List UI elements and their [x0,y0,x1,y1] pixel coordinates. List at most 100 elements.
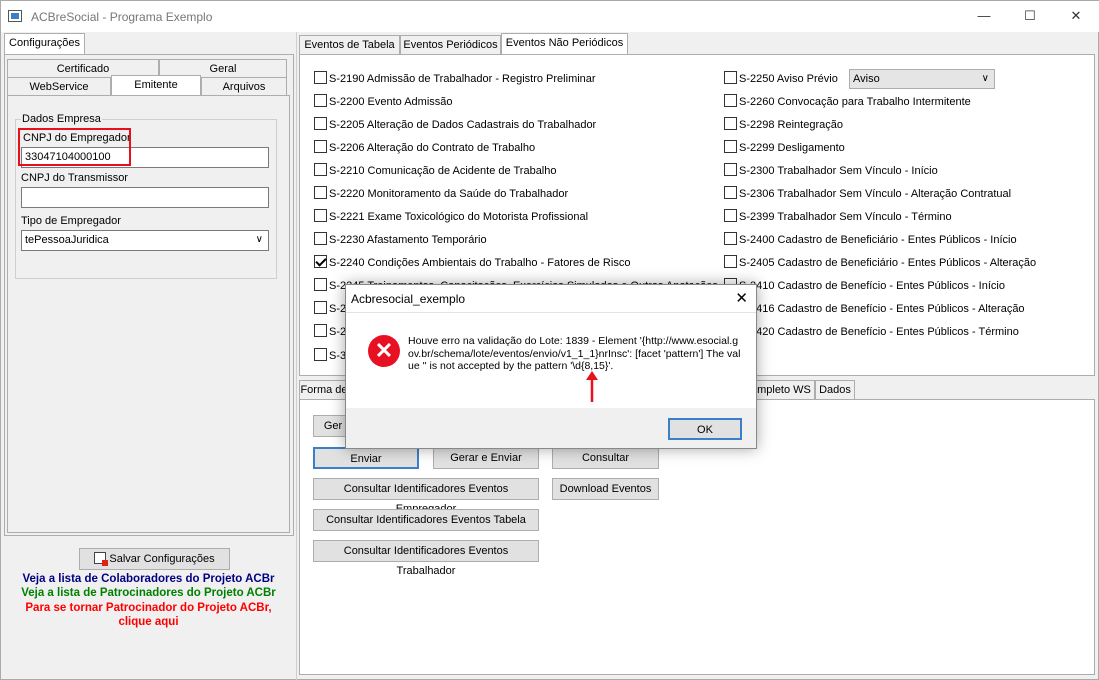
event-right-checkbox[interactable]: S-2260 Convocação para Trabalho Intermit… [724,94,971,109]
checkbox-box[interactable] [724,186,737,199]
consultar-ident-trabalhador-button[interactable]: Consultar Identificadores Eventos Trabal… [313,540,539,577]
event-right-checkbox[interactable]: S-2410 Cadastro de Benefício - Entes Púb… [724,278,1005,293]
tipo-empregador-value: tePessoaJuridica [25,234,109,246]
event-left-checkbox[interactable]: S-2220 Monitoramento da Saúde do Trabalh… [314,186,568,201]
checkbox-box[interactable] [314,301,327,314]
download-eventos-button[interactable]: Download Eventos [552,478,659,500]
link-patrocinar-2[interactable]: clique aqui [1,615,296,630]
checkbox-box[interactable] [724,232,737,245]
tab-completo-ws[interactable]: mpleto WS [753,380,815,400]
aviso-select[interactable]: Aviso ∨ [849,69,995,89]
tab-webservice[interactable]: WebService [7,77,111,96]
checkbox-box[interactable] [724,71,737,84]
consultar-button[interactable]: Consultar [552,447,659,469]
event-right-label: S-2400 Cadastro de Beneficiário - Entes … [739,234,1017,246]
cnpj-transmissor-field[interactable] [21,187,269,208]
aviso-select-value: Aviso [853,73,880,85]
checkbox-box[interactable] [314,186,327,199]
event-right-checkbox[interactable]: S-2300 Trabalhador Sem Vínculo - Início [724,163,938,178]
error-icon: ✕ [368,335,400,367]
tipo-empregador-select[interactable]: tePessoaJuridica ∨ [21,230,269,251]
link-colaboradores[interactable]: Veja a lista de Colaboradores do Projeto… [1,572,296,587]
event-right-label: S-2300 Trabalhador Sem Vínculo - Início [739,165,938,177]
consultar-ident-tabela-button[interactable]: Consultar Identificadores Eventos Tabela [313,509,539,531]
event-right-label: S-2405 Cadastro de Beneficiário - Entes … [739,257,1037,269]
event-left-checkbox[interactable]: S-2230 Afastamento Temporário [314,232,487,247]
event-left-label: S-2 [329,303,347,315]
cnpj-transmissor-label: CNPJ do Transmissor [21,172,128,184]
checkbox-box[interactable] [314,348,327,361]
event-right-checkbox[interactable]: S-2250 Aviso Prévio [724,71,838,86]
tab-forma[interactable]: Forma de [299,380,349,400]
chevron-down-icon: ∨ [981,73,989,84]
event-left-checkbox[interactable]: S-2240 Condições Ambientais do Trabalho … [314,255,630,270]
title-bar: ACBreSocial - Programa Exemplo — ☐ ✕ [1,1,1099,32]
event-left-checkbox[interactable]: S-2205 Alteração de Dados Cadastrais do … [314,117,596,132]
error-dialog: Acbresocial_exemplo ✕ ✕ Houve erro na va… [345,284,757,449]
event-left-checkbox[interactable]: S-2210 Comunicação de Acidente de Trabal… [314,163,557,178]
checkbox-box[interactable] [724,94,737,107]
dialog-body: ✕ Houve erro na validação do Lote: 1839 … [346,313,756,408]
tab-configuracoes[interactable]: Configurações [4,33,85,55]
checkbox-box[interactable] [314,255,327,268]
link-patrocinadores[interactable]: Veja a lista de Patrocinadores do Projet… [1,586,296,601]
event-left-label: S-2190 Admissão de Trabalhador - Registr… [329,73,596,85]
event-left-checkbox[interactable]: S-2200 Evento Admissão [314,94,453,109]
annotation-arrow-icon [586,371,598,402]
enviar-button[interactable]: Enviar [313,447,419,469]
checkbox-box[interactable] [314,278,327,291]
tab-dados[interactable]: Dados [815,380,855,400]
checkbox-box[interactable] [724,255,737,268]
event-right-checkbox[interactable]: S-2416 Cadastro de Benefício - Entes Púb… [724,301,1025,316]
checkbox-box[interactable] [314,232,327,245]
splitter[interactable] [296,32,297,680]
event-left-label: S-2 [329,326,347,338]
event-left-checkbox[interactable]: S-3 [314,348,346,363]
checkbox-box[interactable] [724,209,737,222]
close-button[interactable]: ✕ [1053,1,1099,32]
checkbox-box[interactable] [314,94,327,107]
ok-button[interactable]: OK [668,418,742,440]
event-right-checkbox[interactable]: S-2306 Trabalhador Sem Vínculo - Alteraç… [724,186,1011,201]
tab-eventos-periodicos[interactable]: Eventos Periódicos [400,35,501,55]
checkbox-box[interactable] [314,324,327,337]
event-right-checkbox[interactable]: S-2420 Cadastro de Benefício - Entes Púb… [724,324,1019,339]
event-left-checkbox[interactable]: S-2 [314,324,346,339]
checkbox-box[interactable] [724,117,737,130]
event-left-checkbox[interactable]: S-2206 Alteração do Contrato de Trabalho [314,140,535,155]
tab-eventos-nao-periodicos[interactable]: Eventos Não Periódicos [501,33,628,55]
gerar-enviar-button[interactable]: Gerar e Enviar [433,447,539,469]
event-right-label: S-2399 Trabalhador Sem Vínculo - Término [739,211,952,223]
event-right-checkbox[interactable]: S-2298 Reintegração [724,117,843,132]
dialog-close-icon[interactable]: ✕ [735,289,748,307]
event-left-checkbox[interactable]: S-2221 Exame Toxicológico do Motorista P… [314,209,588,224]
save-icon [94,552,109,566]
event-right-checkbox[interactable]: S-2399 Trabalhador Sem Vínculo - Término [724,209,952,224]
checkbox-box[interactable] [724,140,737,153]
checkbox-box[interactable] [314,209,327,222]
event-left-label: S-2221 Exame Toxicológico do Motorista P… [329,211,589,223]
event-left-checkbox[interactable]: S-2 [314,301,346,316]
event-right-checkbox[interactable]: S-2400 Cadastro de Beneficiário - Entes … [724,232,1017,247]
checkbox-box[interactable] [314,117,327,130]
tab-emitente[interactable]: Emitente [111,75,201,96]
salvar-configuracoes-button[interactable]: Salvar Configurações [79,548,230,570]
event-left-label: S-2230 Afastamento Temporário [329,234,487,246]
event-right-label: S-2410 Cadastro de Benefício - Entes Púb… [739,280,1005,292]
tab-eventos-tabela[interactable]: Eventos de Tabela [299,35,400,55]
checkbox-box[interactable] [314,163,327,176]
tab-arquivos[interactable]: Arquivos [201,77,287,96]
event-left-checkbox[interactable]: S-2190 Admissão de Trabalhador - Registr… [314,71,596,86]
event-left-label: S-3 [329,350,347,362]
consultar-ident-empregador-button[interactable]: Consultar Identificadores Eventos Empreg… [313,478,539,515]
link-patrocinar-1[interactable]: Para se tornar Patrocinador do Projeto A… [1,601,296,616]
event-right-checkbox[interactable]: S-2299 Desligamento [724,140,845,155]
checkbox-box[interactable] [314,140,327,153]
maximize-button[interactable]: ☐ [1007,1,1053,32]
minimize-button[interactable]: — [961,1,1007,32]
checkbox-box[interactable] [314,71,327,84]
chevron-down-icon: ∨ [255,234,263,245]
event-right-checkbox[interactable]: S-2405 Cadastro de Beneficiário - Entes … [724,255,1036,270]
event-left-label: S-2240 Condições Ambientais do Trabalho … [329,257,631,269]
checkbox-box[interactable] [724,163,737,176]
